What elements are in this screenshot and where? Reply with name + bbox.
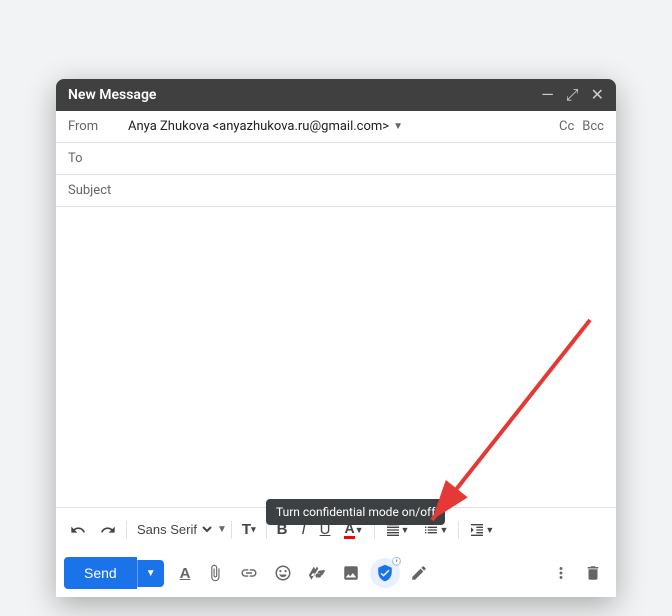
font-family-select[interactable]: Sans Serif bbox=[131, 517, 215, 542]
compose-fields: From Anya Zhukova <anyazhukova.ru@gmail.… bbox=[56, 111, 616, 207]
divider-5 bbox=[458, 521, 459, 539]
from-dropdown-icon[interactable]: ▼ bbox=[393, 121, 403, 132]
more-options-button[interactable] bbox=[546, 558, 576, 588]
minimize-button[interactable]: — bbox=[541, 87, 554, 103]
from-row: From Anya Zhukova <anyazhukova.ru@gmail.… bbox=[56, 111, 616, 143]
to-input[interactable] bbox=[128, 151, 604, 166]
signature-button[interactable] bbox=[404, 558, 434, 588]
link-button[interactable] bbox=[234, 558, 264, 588]
to-row: To bbox=[56, 143, 616, 175]
bottom-toolbar: Send ▼ A bbox=[64, 551, 608, 597]
divider-1 bbox=[126, 521, 127, 539]
bottom-right-actions bbox=[546, 558, 608, 588]
window-controls: — ⤢ ✕ bbox=[541, 87, 604, 103]
toolbar: Sans Serif ▼ T▾ B I U A ▼ ▼ ▼ bbox=[56, 507, 616, 597]
expand-button[interactable]: ⤢ bbox=[566, 87, 579, 103]
photo-button[interactable] bbox=[336, 558, 366, 588]
window-title: New Message bbox=[68, 87, 156, 103]
divider-2 bbox=[231, 521, 232, 539]
bcc-button[interactable]: Bcc bbox=[582, 119, 604, 134]
format-button[interactable]: A bbox=[174, 559, 197, 588]
drive-button[interactable] bbox=[302, 558, 332, 588]
indent-button[interactable]: ▼ bbox=[463, 518, 500, 542]
title-bar: New Message — ⤢ ✕ bbox=[56, 79, 616, 111]
confidential-button[interactable]: 🕐 bbox=[370, 558, 400, 588]
font-size-button[interactable]: T▾ bbox=[236, 517, 262, 542]
compose-body[interactable] bbox=[56, 207, 616, 507]
send-button[interactable]: Send bbox=[64, 557, 137, 589]
subject-row: Subject bbox=[56, 175, 616, 206]
from-label: From bbox=[68, 119, 128, 134]
subject-input[interactable] bbox=[128, 183, 604, 198]
close-button[interactable]: ✕ bbox=[591, 87, 604, 103]
font-dropdown-icon: ▼ bbox=[217, 524, 227, 535]
attach-button[interactable] bbox=[200, 558, 230, 588]
undo-button[interactable] bbox=[64, 518, 92, 542]
redo-button[interactable] bbox=[94, 518, 122, 542]
compose-window: New Message — ⤢ ✕ From Anya Zhukova <any… bbox=[56, 79, 616, 597]
cc-button[interactable]: Cc bbox=[559, 119, 574, 134]
from-address: Anya Zhukova <anyazhukova.ru@gmail.com> bbox=[128, 119, 389, 134]
from-value: Anya Zhukova <anyazhukova.ru@gmail.com> … bbox=[128, 119, 403, 134]
send-button-group: Send ▼ bbox=[64, 557, 164, 589]
subject-label: Subject bbox=[68, 183, 128, 198]
tooltip-container: Turn confidential mode on/off bbox=[266, 499, 445, 525]
tooltip: Turn confidential mode on/off bbox=[266, 499, 445, 525]
to-label: To bbox=[68, 151, 128, 166]
emoji-button[interactable] bbox=[268, 558, 298, 588]
bottom-icons: A 🕐 bbox=[174, 558, 608, 588]
cc-bcc-buttons: Cc Bcc bbox=[559, 119, 604, 134]
send-dropdown-button[interactable]: ▼ bbox=[137, 560, 164, 587]
delete-button[interactable] bbox=[578, 558, 608, 588]
